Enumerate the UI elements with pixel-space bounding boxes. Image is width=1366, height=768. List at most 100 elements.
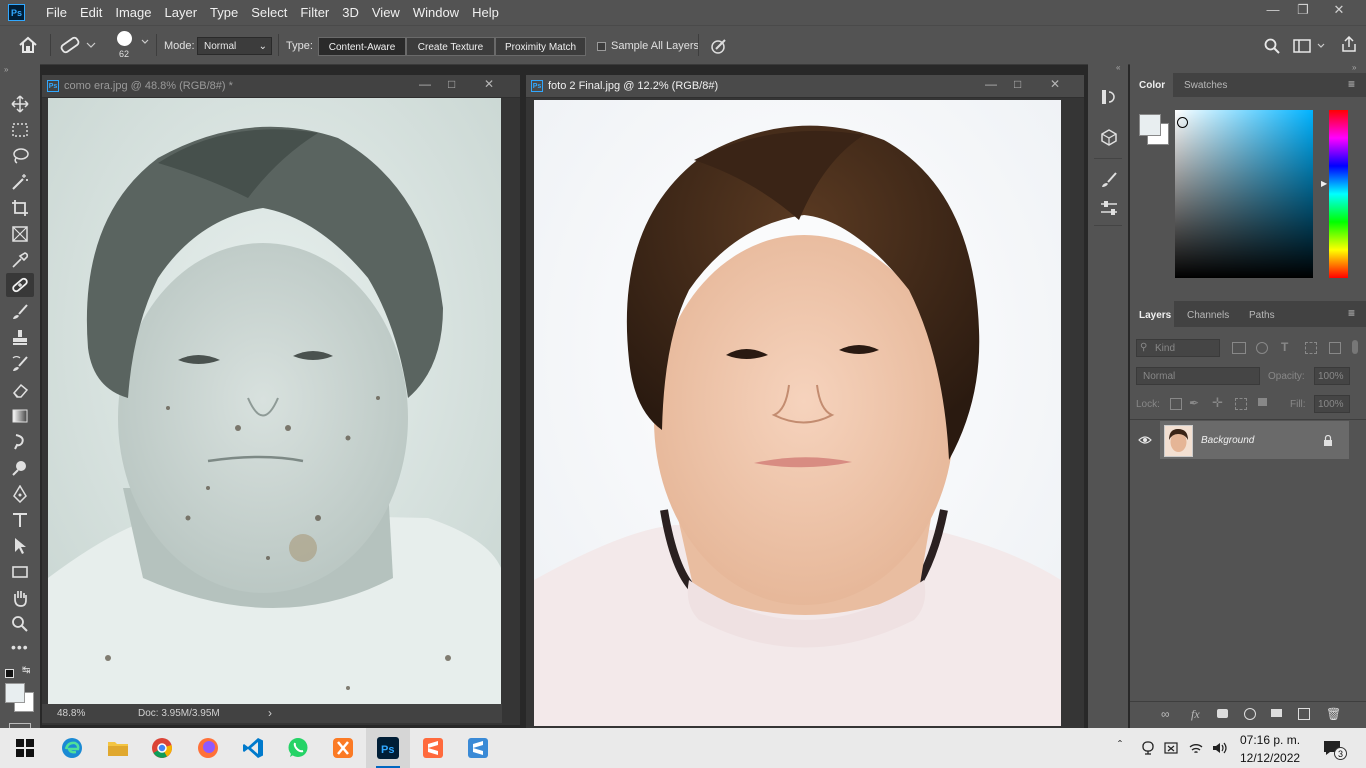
filter-smart-object-icon[interactable] bbox=[1329, 342, 1341, 354]
document-tab[interactable]: Ps foto 2 Final.jpg @ 12.2% (RGB/8#) — □… bbox=[526, 75, 1084, 98]
chevron-down-icon[interactable] bbox=[140, 37, 150, 47]
close-icon[interactable]: ✕ bbox=[484, 77, 494, 91]
tab-channels[interactable]: Channels bbox=[1187, 310, 1229, 321]
volume-icon[interactable] bbox=[1211, 740, 1229, 756]
path-selection-tool-icon[interactable] bbox=[11, 537, 29, 555]
panel-menu-icon[interactable]: ≡ bbox=[1348, 306, 1355, 320]
filter-pixel-icon[interactable] bbox=[1232, 342, 1246, 354]
new-layer-icon[interactable] bbox=[1298, 708, 1310, 720]
blur-tool-icon[interactable] bbox=[11, 433, 29, 451]
new-group-icon[interactable] bbox=[1271, 709, 1282, 717]
default-colors-icon[interactable] bbox=[5, 669, 14, 678]
opacity-field[interactable]: 100% bbox=[1314, 367, 1350, 385]
delete-layer-icon[interactable]: 🗑 bbox=[1326, 707, 1341, 721]
content-aware-button[interactable]: Content-Aware bbox=[318, 37, 406, 56]
swap-colors-icon[interactable]: ↹ bbox=[22, 665, 30, 676]
filter-shape-icon[interactable] bbox=[1305, 342, 1317, 354]
sublime-icon[interactable] bbox=[421, 736, 445, 760]
brush-settings-icon[interactable] bbox=[1100, 171, 1118, 189]
gradient-tool-icon[interactable] bbox=[11, 407, 29, 425]
xampp-icon[interactable] bbox=[331, 736, 355, 760]
menu-image[interactable]: Image bbox=[115, 0, 151, 25]
frame-tool-icon[interactable] bbox=[11, 225, 29, 243]
share-icon[interactable] bbox=[1340, 36, 1358, 54]
search-icon[interactable] bbox=[1263, 37, 1281, 55]
menu-3d[interactable]: 3D bbox=[342, 0, 359, 25]
document-canvas[interactable] bbox=[48, 98, 501, 704]
menu-layer[interactable]: Layer bbox=[165, 0, 198, 25]
lock-artboard-icon[interactable] bbox=[1235, 398, 1247, 410]
panel-menu-icon[interactable]: ≡ bbox=[1348, 77, 1355, 91]
history-brush-tool-icon[interactable] bbox=[11, 355, 29, 373]
edge-icon[interactable] bbox=[60, 736, 84, 760]
minimize-icon[interactable]: — bbox=[419, 77, 431, 91]
vscode-icon[interactable] bbox=[241, 736, 265, 760]
document-tab[interactable]: Ps como era.jpg @ 48.8% (RGB/8#) * — □ ✕ bbox=[42, 75, 520, 98]
healing-brush-tool-preset-icon[interactable] bbox=[58, 36, 98, 54]
clock-date[interactable]: 12/12/2022 bbox=[1240, 751, 1300, 765]
filter-type-icon[interactable]: T bbox=[1281, 340, 1288, 354]
vertical-scrollbar[interactable] bbox=[503, 98, 520, 723]
document-canvas[interactable] bbox=[534, 100, 1061, 726]
marquee-tool-icon[interactable] bbox=[11, 121, 29, 139]
sample-all-layers-checkbox[interactable] bbox=[597, 42, 606, 51]
meet-now-icon[interactable] bbox=[1140, 740, 1156, 756]
menu-type[interactable]: Type bbox=[210, 0, 238, 25]
menu-file[interactable]: File bbox=[46, 0, 67, 25]
pen-tool-icon[interactable] bbox=[11, 485, 29, 503]
history-panel-icon[interactable] bbox=[1100, 88, 1118, 106]
file-explorer-icon[interactable] bbox=[106, 736, 130, 760]
tab-color[interactable]: Color bbox=[1139, 80, 1165, 91]
type-tool-icon[interactable] bbox=[11, 511, 29, 529]
adjustments-sliders-icon[interactable] bbox=[1100, 199, 1118, 217]
visibility-eye-icon[interactable] bbox=[1138, 435, 1152, 445]
collapse-arrows-icon[interactable]: « bbox=[1116, 63, 1120, 72]
menu-help[interactable]: Help bbox=[472, 0, 499, 25]
firefox-icon[interactable] bbox=[196, 736, 220, 760]
filter-toggle-switch[interactable] bbox=[1352, 340, 1358, 354]
minimize-icon[interactable]: — bbox=[1256, 0, 1290, 20]
foreground-color-swatch[interactable] bbox=[5, 683, 25, 703]
eyedropper-tool-icon[interactable] bbox=[11, 251, 29, 269]
collapse-arrows-icon[interactable]: » bbox=[4, 65, 8, 74]
menu-view[interactable]: View bbox=[372, 0, 400, 25]
blend-mode-select[interactable]: Normal bbox=[1136, 367, 1260, 385]
brush-preview-icon[interactable] bbox=[117, 31, 132, 46]
fill-field[interactable]: 100% bbox=[1314, 395, 1350, 413]
mode-select[interactable]: Normal ⌄ bbox=[197, 37, 272, 55]
close-icon[interactable]: ✕ bbox=[1322, 0, 1356, 20]
chevron-right-icon[interactable]: › bbox=[268, 706, 272, 720]
lock-image-icon[interactable]: ✒ bbox=[1189, 396, 1199, 410]
menu-filter[interactable]: Filter bbox=[300, 0, 329, 25]
home-icon[interactable] bbox=[18, 36, 38, 54]
healing-brush-tool[interactable] bbox=[6, 273, 34, 297]
color-picker-field[interactable] bbox=[1175, 110, 1313, 278]
minimize-icon[interactable]: — bbox=[985, 77, 997, 91]
fx-icon[interactable]: fx bbox=[1191, 707, 1200, 722]
tab-paths[interactable]: Paths bbox=[1249, 310, 1275, 321]
pressure-size-icon[interactable] bbox=[710, 37, 728, 55]
zoom-level[interactable]: 48.8% bbox=[57, 708, 85, 719]
workspace-icon[interactable] bbox=[1293, 38, 1327, 54]
chrome-icon[interactable] bbox=[150, 736, 174, 760]
dodge-tool-icon[interactable] bbox=[11, 459, 29, 477]
zoom-tool-icon[interactable] bbox=[11, 615, 29, 633]
chevron-up-icon[interactable]: ˆ bbox=[1118, 738, 1122, 752]
proximity-match-button[interactable]: Proximity Match bbox=[495, 37, 586, 56]
hand-tool-icon[interactable] bbox=[11, 589, 29, 607]
filter-adjustment-icon[interactable] bbox=[1256, 342, 1268, 354]
eraser-tool-icon[interactable] bbox=[11, 381, 29, 399]
maximize-icon[interactable]: □ bbox=[448, 77, 455, 91]
menu-select[interactable]: Select bbox=[251, 0, 287, 25]
language-icon[interactable] bbox=[1163, 740, 1179, 756]
restore-icon[interactable]: ❐ bbox=[1286, 0, 1320, 20]
crop-tool-icon[interactable] bbox=[11, 199, 29, 217]
clone-stamp-tool-icon[interactable] bbox=[11, 329, 29, 347]
menu-edit[interactable]: Edit bbox=[80, 0, 102, 25]
adjustment-layer-icon[interactable] bbox=[1244, 708, 1256, 720]
photoshop-icon[interactable]: Ps bbox=[376, 736, 400, 760]
magic-wand-tool-icon[interactable] bbox=[11, 173, 29, 191]
tab-layers[interactable]: Layers bbox=[1139, 310, 1171, 321]
create-texture-button[interactable]: Create Texture bbox=[406, 37, 495, 56]
vertical-scrollbar[interactable] bbox=[1064, 98, 1082, 726]
